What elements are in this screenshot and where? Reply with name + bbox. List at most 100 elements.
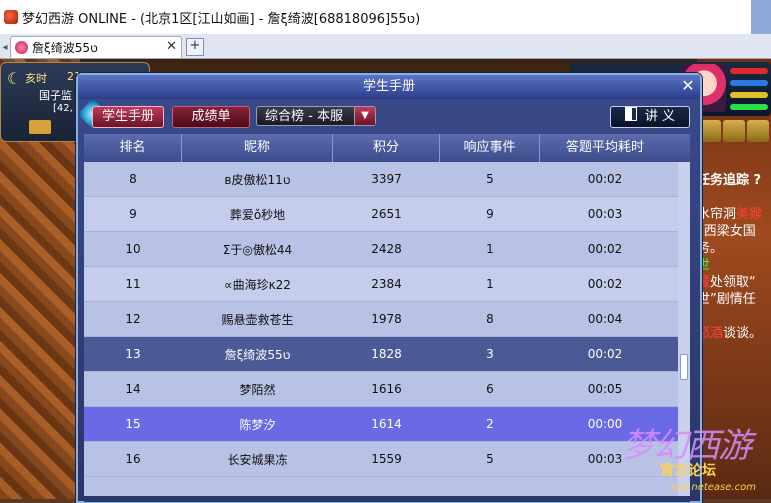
exp-bar	[730, 104, 768, 110]
cell-rank: 12	[125, 312, 141, 326]
quick-icon-2[interactable]	[723, 120, 745, 142]
lecture-button[interactable]: 讲 义	[610, 106, 690, 128]
cell-name: 长安城果冻	[227, 452, 288, 467]
cell-time: 00:02	[587, 242, 623, 256]
table-row-hover[interactable]: 15 陈梦汐 1614 2 00:00	[84, 407, 678, 442]
anger-bar	[730, 92, 768, 98]
cell-events: 8	[486, 312, 494, 326]
handbook-tab-button[interactable]: 学生手册	[92, 106, 164, 128]
header-name: 昵称	[182, 134, 333, 162]
game-tab-icon	[15, 41, 28, 54]
quick-icon-3[interactable]	[747, 120, 769, 142]
table-header: 排名 昵称 积分 响应事件 答题平均耗时	[84, 134, 690, 162]
cell-score: 1559	[371, 452, 402, 466]
cell-rank: 13	[125, 347, 141, 361]
cell-events: 5	[486, 172, 494, 186]
student-handbook-dialog: 学生手册 ✕ 学生手册 成绩单 综合榜 - 本服 ▼ 讲 义 排名 昵称 积分 …	[76, 73, 702, 503]
cell-time: 00:05	[587, 382, 623, 396]
moon-icon: ☾	[7, 69, 22, 88]
header-rank: 排名	[84, 134, 182, 162]
table-row[interactable]: 11 ∝曲海珍κ22 2384 1 00:02	[84, 267, 678, 302]
cell-rank: 10	[125, 242, 141, 256]
cell-score: 3397	[371, 172, 402, 186]
ranking-table: 排名 昵称 积分 响应事件 答题平均耗时 8 в皮傲松ט11 3397 5 00…	[84, 134, 690, 496]
tab-close-icon[interactable]: ✕	[166, 39, 177, 54]
cell-name: 葬爱ǒ秒地	[229, 207, 286, 222]
header-events: 响应事件	[440, 134, 540, 162]
hud-time-label: 亥时	[25, 72, 47, 85]
close-icon[interactable]: ✕	[680, 78, 696, 94]
table-row[interactable]: 14 梦陌然 1616 6 00:05	[84, 372, 678, 407]
cell-score: 1978	[371, 312, 402, 326]
cell-rank: 8	[129, 172, 137, 186]
dialog-title: 学生手册	[78, 75, 700, 99]
table-row-selected[interactable]: 13 詹ξ绮波ט55 1828 3 00:02	[84, 337, 678, 372]
cell-events: 5	[486, 452, 494, 466]
tab-label: 詹ξ绮波ט55	[32, 41, 98, 55]
watermark: 梦幻西游 官方论坛 xyq.netease.com	[612, 418, 770, 498]
task-tracker: 任务追踪 ? 水帘洞美猴 “西梁女国 务。 世 藏处领取“ 世”剧情任 怒酒谈谈…	[697, 172, 771, 342]
cell-events: 3	[486, 347, 494, 361]
dialog-bottom-edge	[84, 496, 690, 502]
app-icon	[4, 10, 18, 24]
tab-game[interactable]: 詹ξ绮波ט55 ✕	[10, 36, 182, 58]
quick-icon-row	[697, 120, 771, 146]
header-score: 积分	[333, 134, 440, 162]
cell-events: 9	[486, 207, 494, 221]
scrollbar-thumb[interactable]	[680, 354, 688, 380]
cell-name: ∝曲海珍κ22	[224, 277, 291, 292]
tab-scroll-left-icon[interactable]: ◂	[0, 38, 10, 58]
task-line: 水帘洞美猴	[697, 207, 763, 222]
task-line: 务。	[697, 241, 724, 256]
new-tab-button[interactable]: +	[186, 38, 204, 56]
cell-rank: 16	[125, 452, 141, 466]
cell-time: 00:02	[587, 172, 623, 186]
table-row[interactable]: 10 Σ于◎傲松44 2428 1 00:02	[84, 232, 678, 267]
task-line: “西梁女国	[697, 224, 756, 239]
cell-score: 2428	[371, 242, 402, 256]
watermark-url: xyq.netease.com	[670, 482, 756, 493]
cell-name: 赐悬壶救苍生	[221, 312, 294, 327]
mp-bar	[730, 80, 768, 86]
cell-time: 00:02	[587, 347, 623, 361]
task-line: 世”剧情任	[697, 292, 756, 307]
cell-score: 1828	[371, 347, 402, 361]
task-line: 怒酒谈谈。	[697, 326, 763, 341]
cell-rank: 11	[125, 277, 141, 291]
book-icon[interactable]	[29, 120, 51, 134]
cell-score: 1616	[371, 382, 402, 396]
cell-rank: 9	[129, 207, 137, 221]
hp-bar	[730, 68, 768, 74]
cell-time: 00:04	[587, 312, 623, 326]
task-tracker-title[interactable]: 任务追踪 ?	[697, 172, 771, 189]
hud-place: 国子监	[39, 89, 72, 102]
cell-score: 2651	[371, 207, 402, 221]
tab-bar: ◂ 詹ξ绮波ט55 ✕ +	[0, 34, 771, 59]
book-icon	[624, 107, 637, 121]
titlebar-right-strip	[751, 0, 771, 34]
cell-time: 00:02	[587, 277, 623, 291]
chevron-down-icon[interactable]: ▼	[354, 107, 375, 125]
cell-rank: 14	[125, 382, 141, 396]
table-body: 8 в皮傲松ט11 3397 5 00:02 9 葬爱ǒ秒地 2651 9 00…	[84, 162, 678, 477]
table-row[interactable]: 8 в皮傲松ט11 3397 5 00:02	[84, 162, 678, 197]
cell-rank: 15	[125, 417, 141, 431]
rank-scope-value: 综合榜 - 本服	[265, 109, 343, 124]
rank-scope-select[interactable]: 综合榜 - 本服 ▼	[256, 106, 376, 126]
cell-events: 1	[486, 277, 494, 291]
cell-score: 1614	[371, 417, 402, 431]
hud-coord: [42,	[53, 103, 73, 114]
cell-name: 詹ξ绮波ט55	[224, 347, 291, 362]
cell-events: 6	[486, 382, 494, 396]
table-row[interactable]: 12 赐悬壶救苍生 1978 8 00:04	[84, 302, 678, 337]
grades-tab-button[interactable]: 成绩单	[172, 106, 250, 128]
cell-name: в皮傲松ט11	[224, 172, 291, 187]
cell-events: 2	[486, 417, 494, 431]
cell-score: 2384	[371, 277, 402, 291]
table-row[interactable]: 9 葬爱ǒ秒地 2651 9 00:03	[84, 197, 678, 232]
table-row[interactable]: 16 长安城果冻 1559 5 00:03	[84, 442, 678, 477]
task-line: 世	[697, 258, 711, 273]
task-line: 藏处领取“	[697, 275, 756, 290]
quick-icon-1[interactable]	[699, 120, 721, 142]
watermark-subtitle: 官方论坛	[660, 463, 716, 479]
